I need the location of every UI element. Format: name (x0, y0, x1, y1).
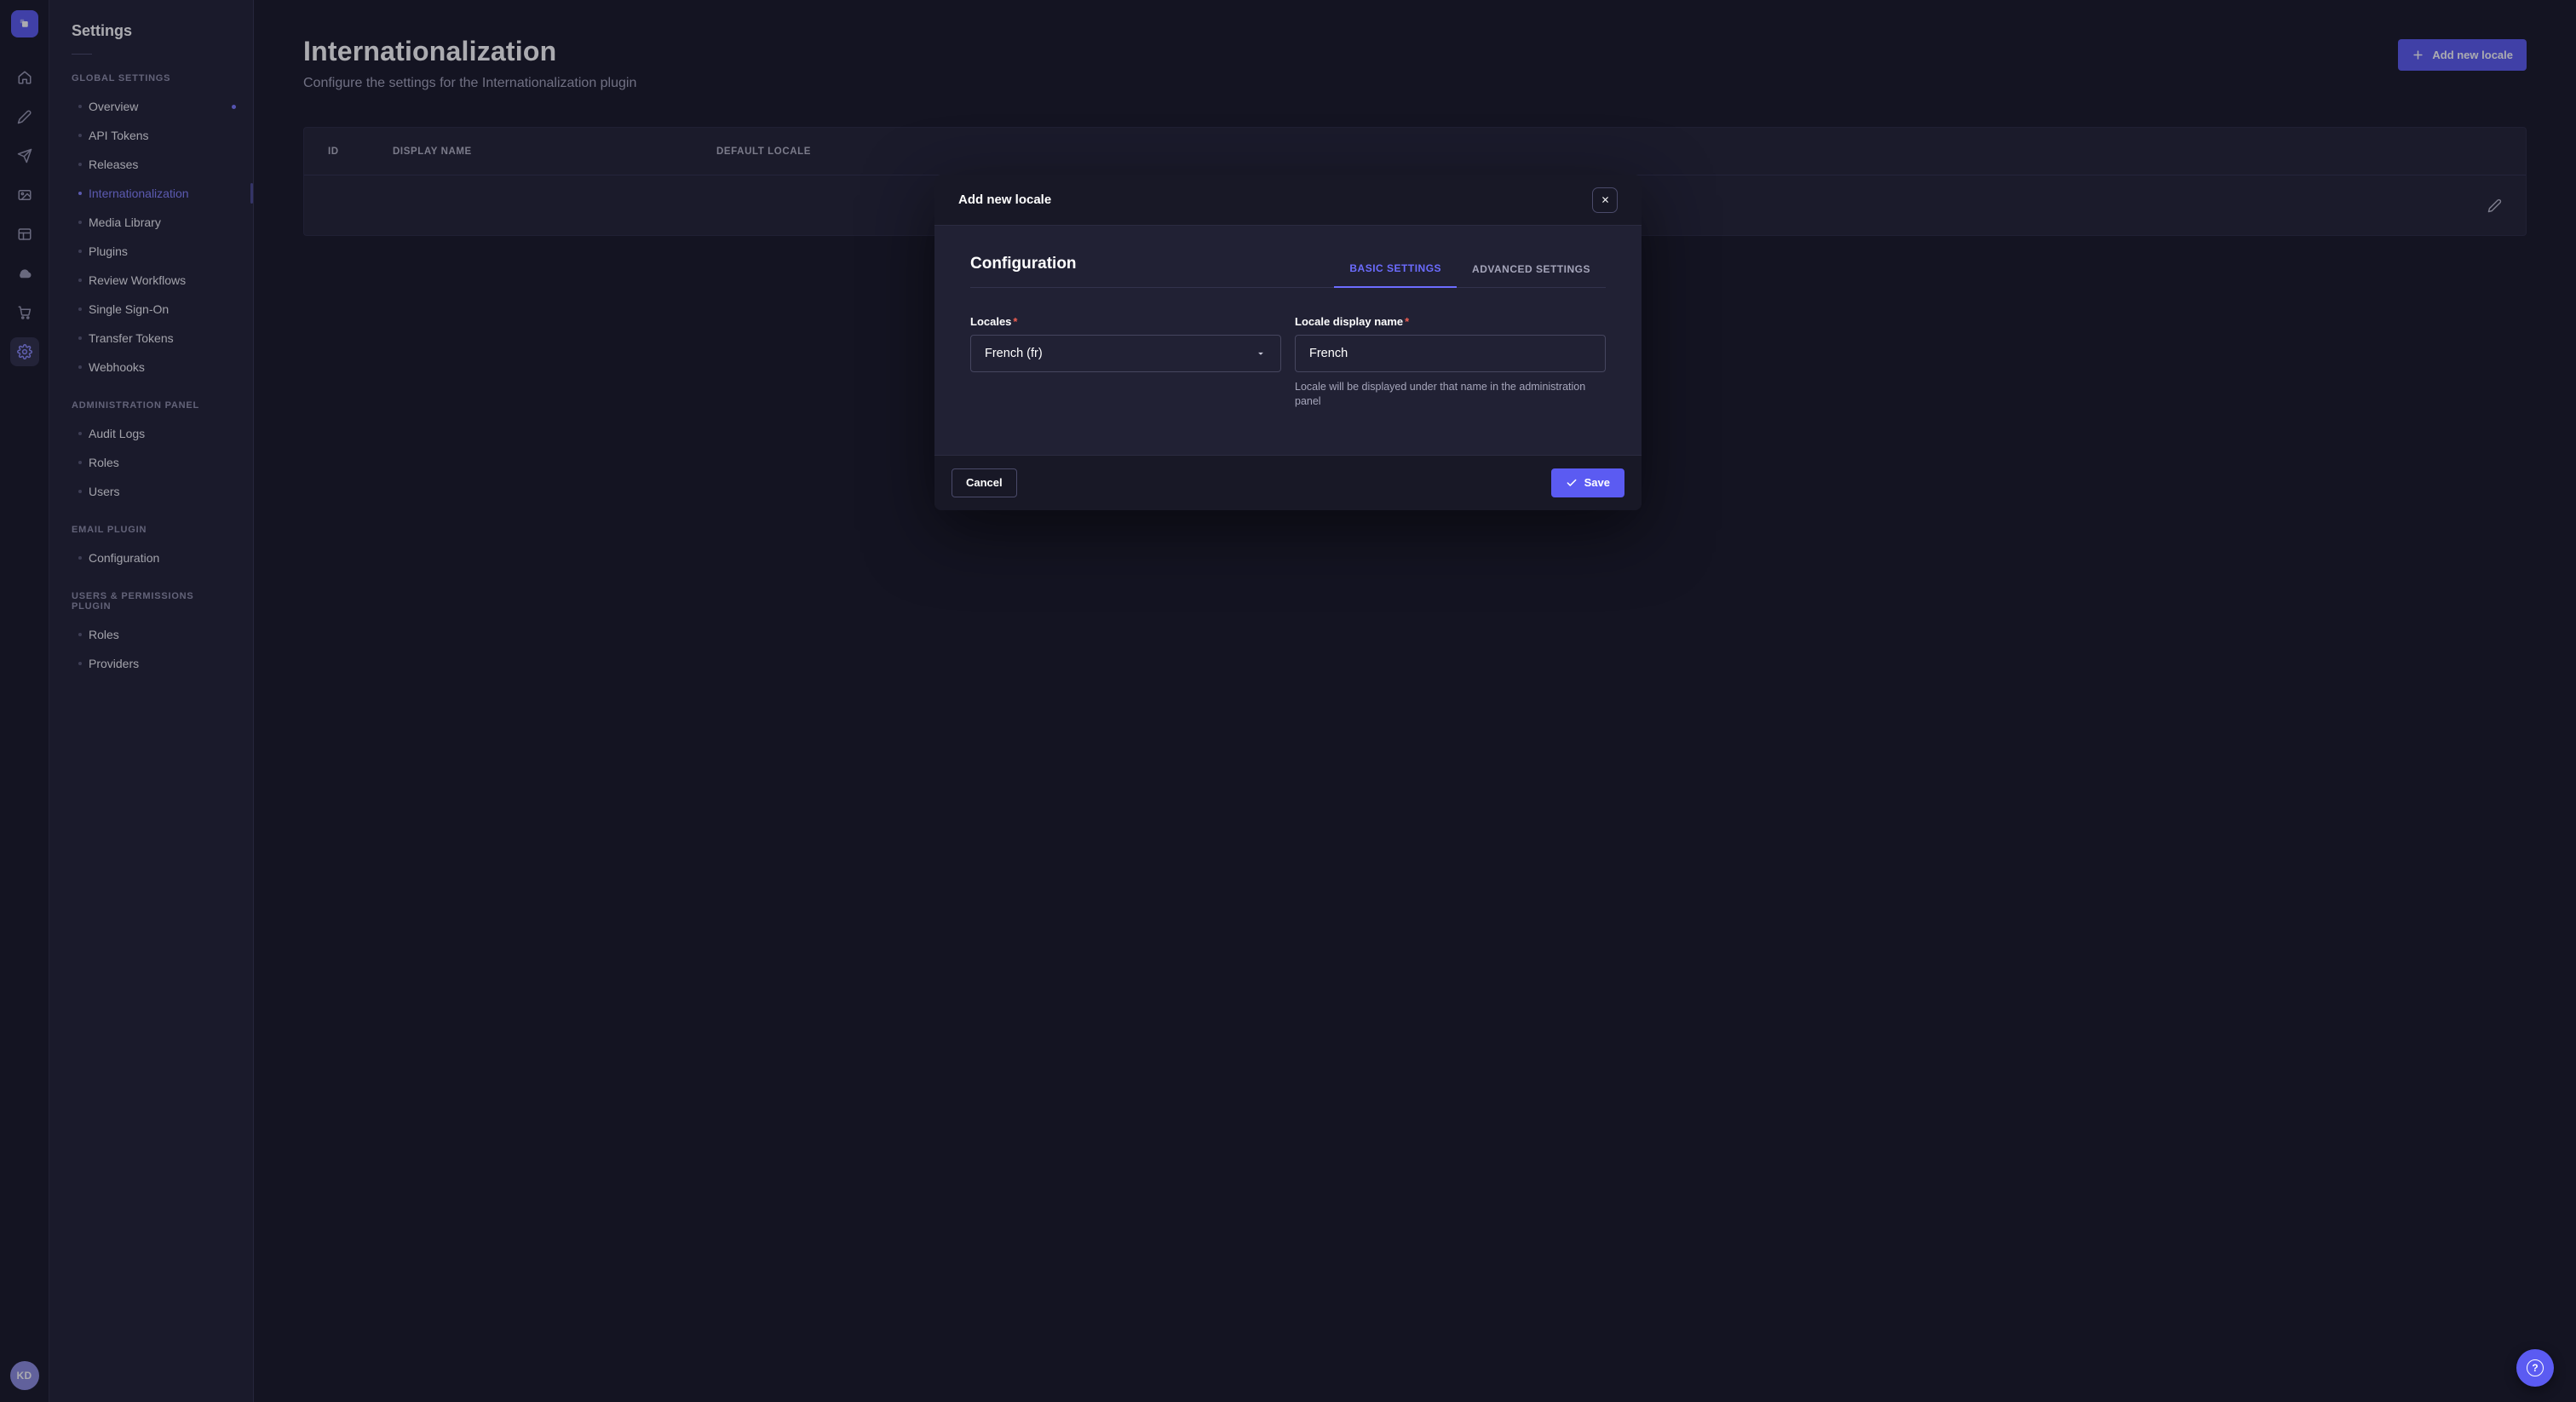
display-name-field: Locale display name* Locale will be disp… (1295, 315, 1606, 409)
locales-select-value: French (fr) (985, 347, 1043, 360)
modal-title: Add new locale (958, 192, 1051, 207)
close-icon[interactable] (1592, 187, 1618, 213)
add-locale-modal: Add new locale Configuration BASIC SETTI… (934, 175, 1642, 510)
help-icon: ? (2527, 1359, 2544, 1376)
tab-basic-settings[interactable]: BASIC SETTINGS (1334, 262, 1457, 288)
modal-body: Configuration BASIC SETTINGS ADVANCED SE… (934, 226, 1642, 455)
settings-tabs: BASIC SETTINGS ADVANCED SETTINGS (1334, 262, 1606, 287)
display-name-label: Locale display name* (1295, 315, 1606, 328)
save-button[interactable]: Save (1551, 468, 1624, 497)
locales-label-text: Locales (970, 315, 1011, 328)
locales-label: Locales* (970, 315, 1281, 328)
save-button-label: Save (1584, 476, 1610, 489)
check-icon (1566, 477, 1578, 489)
display-name-input[interactable] (1295, 335, 1606, 372)
configuration-header: Configuration BASIC SETTINGS ADVANCED SE… (970, 255, 1606, 288)
required-marker: * (1013, 315, 1017, 328)
modal-footer: Cancel Save (934, 455, 1642, 510)
modal-header: Add new locale (934, 175, 1642, 226)
chevron-down-icon (1255, 348, 1267, 359)
locale-form: Locales* French (fr) Locale display name… (970, 315, 1606, 409)
cancel-button[interactable]: Cancel (952, 468, 1017, 497)
help-button[interactable]: ? (2516, 1349, 2554, 1387)
tab-advanced-settings[interactable]: ADVANCED SETTINGS (1457, 262, 1606, 287)
required-marker: * (1405, 315, 1409, 328)
configuration-title: Configuration (970, 255, 1077, 287)
locales-field: Locales* French (fr) (970, 315, 1281, 409)
display-name-label-text: Locale display name (1295, 315, 1403, 328)
display-name-hint: Locale will be displayed under that name… (1295, 380, 1606, 409)
locales-select[interactable]: French (fr) (970, 335, 1281, 372)
